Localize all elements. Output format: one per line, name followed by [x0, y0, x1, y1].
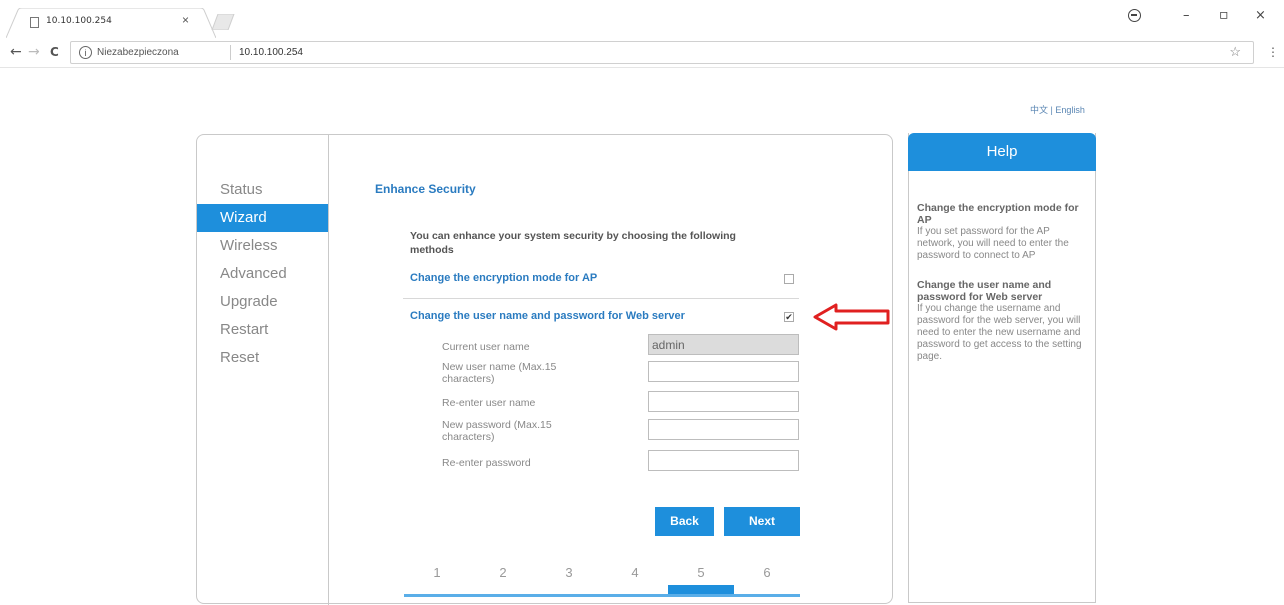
security-status: Niezabezpieczona	[97, 47, 179, 58]
option-web-credentials-label[interactable]: Change the user name and password for We…	[410, 310, 685, 322]
step-2: 2	[499, 565, 507, 580]
step-3: 3	[565, 565, 573, 580]
option-web-credentials: Change the user name and password for We…	[410, 310, 800, 326]
bookmark-star-icon[interactable]: ☆	[1229, 44, 1241, 60]
help-section-credentials: Change the user name and password for We…	[917, 279, 1089, 363]
page-icon	[30, 17, 39, 28]
current-user-input[interactable]	[648, 334, 799, 355]
sidebar-item-advanced[interactable]: Advanced	[197, 260, 328, 288]
minimize-icon[interactable]: –	[1183, 8, 1190, 23]
encryption-ap-checkbox[interactable]	[784, 274, 794, 284]
lang-english-link[interactable]: English	[1055, 105, 1085, 115]
new-tab-button[interactable]	[210, 14, 236, 30]
language-switch: 中文 | English	[1030, 103, 1085, 116]
intro-text: You can enhance your system security by …	[410, 230, 736, 256]
browser-titlebar: 10.10.100.254 × – ▫ ×	[0, 0, 1284, 38]
new-user-label: New user name (Max.15 characters)	[442, 361, 557, 385]
current-user-label: Current user name	[442, 341, 530, 353]
new-user-input[interactable]	[648, 361, 799, 382]
option-encryption-ap: Change the encryption mode for AP	[410, 272, 800, 288]
step-6: 6	[763, 565, 771, 580]
reenter-user-input[interactable]	[648, 391, 799, 412]
reenter-user-label: Re-enter user name	[442, 397, 536, 409]
window-close-icon[interactable]: ×	[1255, 8, 1266, 23]
info-icon[interactable]: i	[79, 46, 92, 59]
step-progress-line	[404, 594, 800, 597]
back-arrow-icon[interactable]: ←	[10, 44, 22, 60]
lang-separator: |	[1050, 105, 1053, 115]
reenter-password-input[interactable]	[648, 450, 799, 471]
option-encryption-label[interactable]: Change the encryption mode for AP	[410, 272, 597, 284]
step-4: 4	[631, 565, 639, 580]
new-password-input[interactable]	[648, 419, 799, 440]
sidebar-item-wizard[interactable]: Wizard	[197, 204, 328, 232]
help-heading-credentials: Change the user name and password for We…	[917, 279, 1052, 303]
sidebar-item-status[interactable]: Status	[197, 176, 328, 204]
profile-icon[interactable]	[1128, 9, 1141, 22]
url-text[interactable]: 10.10.100.254	[239, 47, 303, 58]
url-separator	[230, 45, 231, 60]
next-button[interactable]: Next	[724, 507, 800, 536]
address-bar[interactable]: i Niezabezpieczona 10.10.100.254 ☆	[70, 41, 1254, 64]
page-title: Enhance Security	[375, 182, 476, 196]
tab-title: 10.10.100.254	[46, 16, 112, 26]
sidebar-divider	[328, 135, 329, 605]
help-text-credentials: If you change the username and password …	[917, 303, 1082, 362]
sidebar-item-upgrade[interactable]: Upgrade	[197, 288, 328, 316]
browser-tab[interactable]: 10.10.100.254 ×	[6, 8, 216, 38]
sidebar-item-restart[interactable]: Restart	[197, 316, 328, 344]
tab-close-icon[interactable]: ×	[182, 13, 189, 27]
web-credentials-checkbox[interactable]: ✔	[784, 312, 794, 322]
sidebar-menu: Status Wizard Wireless Advanced Upgrade …	[197, 176, 328, 372]
help-body: Change the encryption mode for AP If you…	[917, 202, 1089, 380]
option-divider	[403, 298, 799, 299]
sidebar-item-wireless[interactable]: Wireless	[197, 232, 328, 260]
lang-chinese-link[interactable]: 中文	[1030, 105, 1048, 115]
help-text-encryption: If you set password for the AP network, …	[917, 226, 1069, 261]
browser-toolbar: ← → C i Niezabezpieczona 10.10.100.254 ☆…	[0, 38, 1284, 68]
reenter-password-label: Re-enter password	[442, 457, 531, 469]
forward-arrow-icon[interactable]: →	[28, 44, 40, 60]
help-heading-encryption: Change the encryption mode for AP	[917, 202, 1079, 226]
red-arrow-annotation	[813, 303, 890, 331]
wizard-steps: 1 2 3 4 5 6	[404, 565, 800, 598]
browser-menu-icon[interactable]: ⋮	[1267, 45, 1279, 59]
sidebar-item-reset[interactable]: Reset	[197, 344, 328, 372]
back-button[interactable]: Back	[655, 507, 714, 536]
step-5: 5	[697, 565, 705, 580]
help-title: Help	[908, 133, 1096, 171]
maximize-icon[interactable]: ▫	[1219, 7, 1229, 23]
step-1: 1	[433, 565, 441, 580]
new-password-label: New password (Max.15 characters)	[442, 419, 552, 443]
help-section-encryption: Change the encryption mode for AP If you…	[917, 202, 1089, 262]
reload-icon[interactable]: C	[50, 45, 59, 59]
